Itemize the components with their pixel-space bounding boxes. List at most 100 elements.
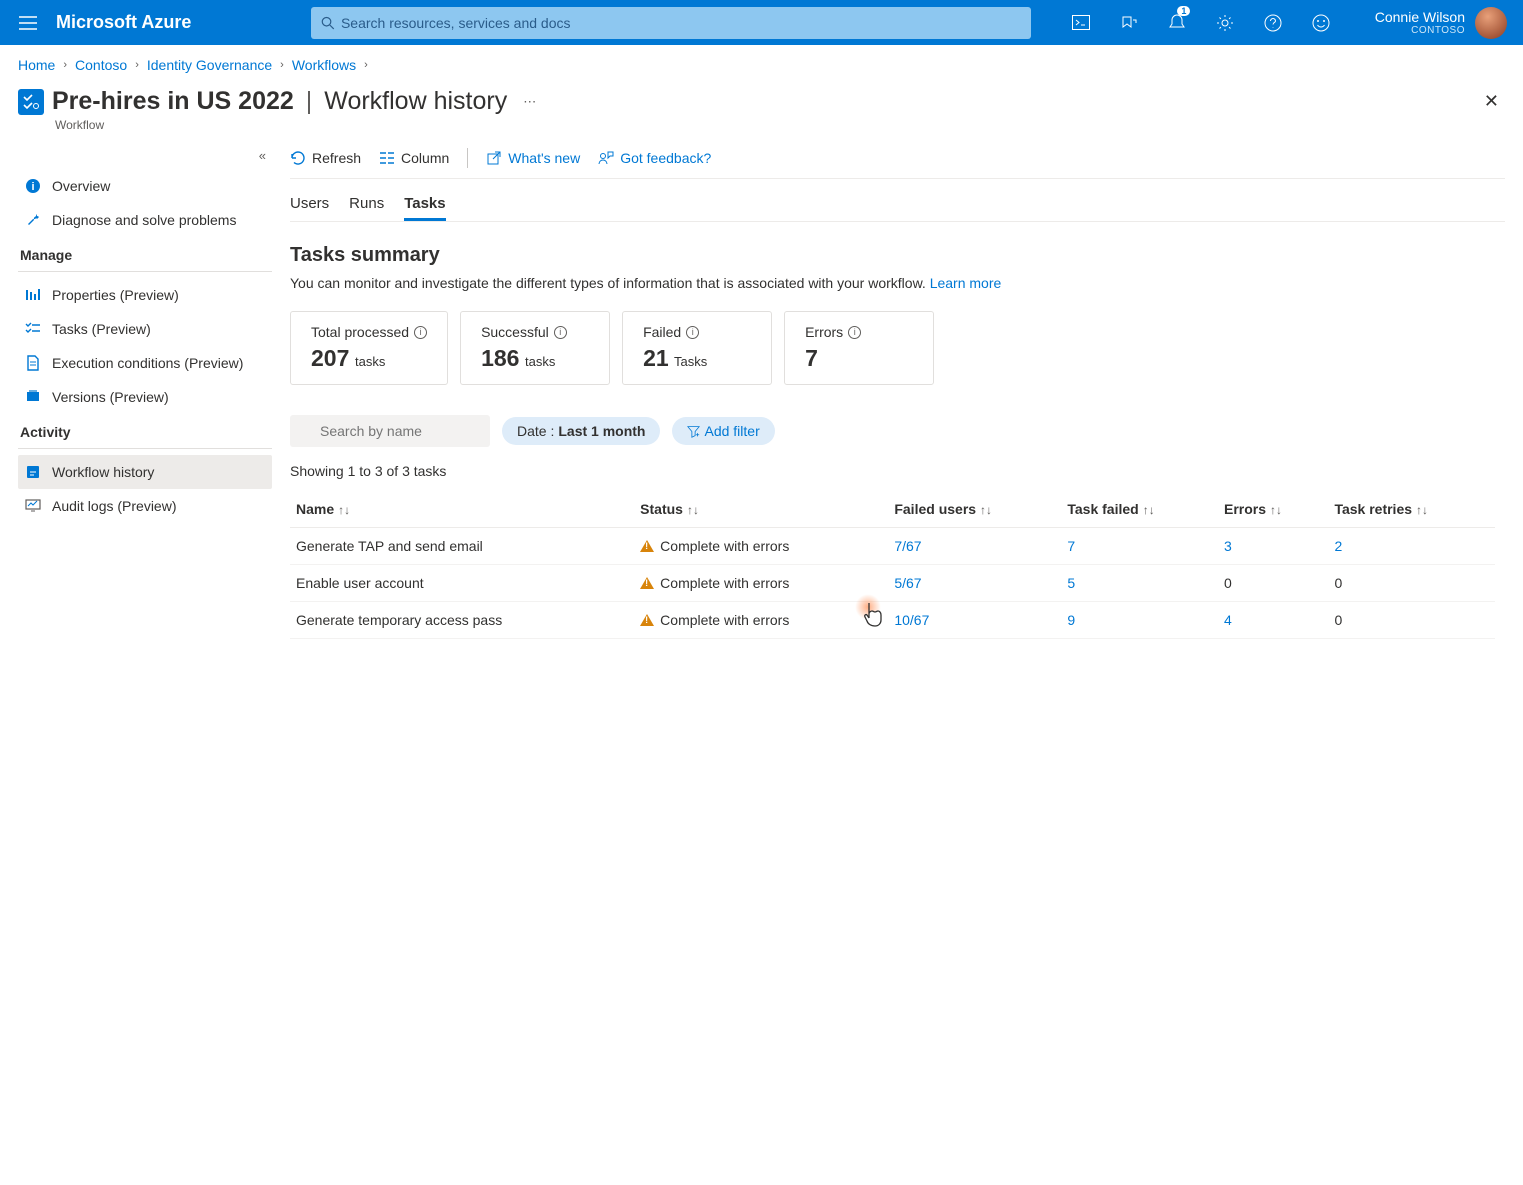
user-menu[interactable]: Connie Wilson CONTOSO bbox=[1375, 7, 1513, 39]
sidebar-item-properties[interactable]: Properties (Preview) bbox=[18, 278, 272, 312]
cell-task-failed[interactable]: 5 bbox=[1061, 565, 1218, 602]
global-search-input[interactable] bbox=[341, 15, 1021, 31]
notifications-icon[interactable]: 1 bbox=[1167, 13, 1187, 33]
chevron-right-icon: › bbox=[280, 59, 284, 71]
sidebar-item-label: Tasks (Preview) bbox=[52, 321, 151, 337]
page-title: Pre-hires in US 2022 bbox=[52, 87, 294, 116]
cloud-shell-icon[interactable] bbox=[1071, 13, 1091, 33]
cell-failed-users[interactable]: 5/67 bbox=[888, 565, 1061, 602]
table-row[interactable]: Generate TAP and send email Complete wit… bbox=[290, 528, 1495, 565]
more-menu-icon[interactable]: ⋯ bbox=[523, 94, 536, 110]
collapse-sidebar-icon[interactable]: « bbox=[18, 148, 272, 163]
warning-icon bbox=[640, 614, 654, 626]
sidebar-item-label: Workflow history bbox=[52, 464, 154, 480]
summary-cards: Total processed i 207 tasksSuccessful i … bbox=[290, 311, 1505, 385]
columns-icon bbox=[379, 151, 395, 165]
cell-status: Complete with errors bbox=[634, 565, 888, 602]
svg-text:i: i bbox=[31, 181, 34, 193]
breadcrumb-item[interactable]: Contoso bbox=[75, 57, 127, 73]
toolbar-separator bbox=[467, 148, 468, 168]
column-button[interactable]: Column bbox=[379, 150, 449, 166]
feedback-icon[interactable] bbox=[1311, 13, 1331, 33]
sidebar-item-versions[interactable]: Versions (Preview) bbox=[18, 380, 272, 414]
info-icon: i bbox=[554, 326, 567, 339]
global-search[interactable] bbox=[311, 7, 1031, 39]
info-icon: i bbox=[24, 177, 42, 195]
hamburger-icon[interactable] bbox=[10, 5, 46, 41]
cell-status: Complete with errors bbox=[634, 528, 888, 565]
sidebar-item-label: Diagnose and solve problems bbox=[52, 212, 236, 228]
card-label: Successful i bbox=[481, 324, 589, 340]
cell-errors: 0 bbox=[1218, 565, 1328, 602]
card-value: 7 bbox=[805, 345, 913, 372]
col-errors[interactable]: Errors↑↓ bbox=[1218, 491, 1328, 528]
card-label: Total processed i bbox=[311, 324, 427, 340]
cell-task-failed[interactable]: 7 bbox=[1061, 528, 1218, 565]
directory-switch-icon[interactable] bbox=[1119, 13, 1139, 33]
settings-icon[interactable] bbox=[1215, 13, 1235, 33]
search-by-name[interactable] bbox=[290, 415, 490, 447]
info-icon: i bbox=[686, 326, 699, 339]
search-name-input[interactable] bbox=[290, 415, 490, 447]
user-name: Connie Wilson bbox=[1375, 9, 1465, 25]
card-value: 186 tasks bbox=[481, 345, 589, 372]
summary-card[interactable]: Errors i 7 bbox=[784, 311, 934, 385]
col-status[interactable]: Status↑↓ bbox=[634, 491, 888, 528]
breadcrumb-item[interactable]: Identity Governance bbox=[147, 57, 272, 73]
breadcrumb-item[interactable]: Home bbox=[18, 57, 55, 73]
tab-runs[interactable]: Runs bbox=[349, 189, 384, 221]
chevron-right-icon: › bbox=[364, 59, 368, 71]
cell-retries[interactable]: 2 bbox=[1328, 528, 1495, 565]
info-icon: i bbox=[414, 326, 427, 339]
stack-icon bbox=[24, 388, 42, 406]
date-filter-pill[interactable]: Date : Last 1 month bbox=[502, 417, 660, 445]
col-task-retries[interactable]: Task retries↑↓ bbox=[1328, 491, 1495, 528]
monitor-icon bbox=[24, 497, 42, 515]
summary-card[interactable]: Successful i 186 tasks bbox=[460, 311, 610, 385]
tab-tasks[interactable]: Tasks bbox=[404, 189, 445, 221]
col-failed-users[interactable]: Failed users↑↓ bbox=[888, 491, 1061, 528]
brand-label[interactable]: Microsoft Azure bbox=[56, 12, 191, 33]
avatar[interactable] bbox=[1475, 7, 1507, 39]
main-content: Refresh Column What's new Got feedback? … bbox=[290, 138, 1523, 639]
add-filter-button[interactable]: Add filter bbox=[672, 417, 774, 445]
section-description: You can monitor and investigate the diff… bbox=[290, 275, 1505, 291]
card-label: Failed i bbox=[643, 324, 751, 340]
feedback-button[interactable]: Got feedback? bbox=[598, 150, 711, 166]
title-separator: | bbox=[306, 87, 313, 116]
table-row[interactable]: Generate temporary access pass Complete … bbox=[290, 602, 1495, 639]
result-count: Showing 1 to 3 of 3 tasks bbox=[290, 463, 1505, 479]
col-name[interactable]: Name↑↓ bbox=[290, 491, 634, 528]
cell-errors[interactable]: 4 bbox=[1218, 602, 1328, 639]
person-feedback-icon bbox=[598, 150, 614, 166]
card-value: 207 tasks bbox=[311, 345, 427, 372]
sidebar-item-label: Execution conditions (Preview) bbox=[52, 355, 243, 371]
learn-more-link[interactable]: Learn more bbox=[930, 275, 1002, 291]
whats-new-button[interactable]: What's new bbox=[486, 150, 580, 166]
summary-card[interactable]: Failed i 21 Tasks bbox=[622, 311, 772, 385]
cell-failed-users[interactable]: 10/67 bbox=[888, 602, 1061, 639]
sidebar-item-audit-logs[interactable]: Audit logs (Preview) bbox=[18, 489, 272, 523]
sidebar-item-overview[interactable]: i Overview bbox=[18, 169, 272, 203]
sidebar-item-label: Versions (Preview) bbox=[52, 389, 169, 405]
tab-users[interactable]: Users bbox=[290, 189, 329, 221]
table-row[interactable]: Enable user account Complete with errors… bbox=[290, 565, 1495, 602]
sidebar-item-diagnose[interactable]: Diagnose and solve problems bbox=[18, 203, 272, 237]
cell-errors[interactable]: 3 bbox=[1218, 528, 1328, 565]
cell-task-failed[interactable]: 9 bbox=[1061, 602, 1218, 639]
cell-failed-users[interactable]: 7/67 bbox=[888, 528, 1061, 565]
col-task-failed[interactable]: Task failed↑↓ bbox=[1061, 491, 1218, 528]
cell-name: Generate temporary access pass bbox=[290, 602, 634, 639]
card-value: 21 Tasks bbox=[643, 345, 751, 372]
sidebar-item-tasks[interactable]: Tasks (Preview) bbox=[18, 312, 272, 346]
sidebar: « i Overview Diagnose and solve problems… bbox=[0, 138, 290, 639]
help-icon[interactable] bbox=[1263, 13, 1283, 33]
sidebar-item-label: Audit logs (Preview) bbox=[52, 498, 177, 514]
sidebar-item-label: Properties (Preview) bbox=[52, 287, 179, 303]
breadcrumb-item[interactable]: Workflows bbox=[292, 57, 356, 73]
summary-card[interactable]: Total processed i 207 tasks bbox=[290, 311, 448, 385]
sidebar-item-workflow-history[interactable]: Workflow history bbox=[18, 455, 272, 489]
refresh-button[interactable]: Refresh bbox=[290, 150, 361, 166]
sidebar-item-execution-conditions[interactable]: Execution conditions (Preview) bbox=[18, 346, 272, 380]
close-icon[interactable]: ✕ bbox=[1478, 85, 1505, 118]
